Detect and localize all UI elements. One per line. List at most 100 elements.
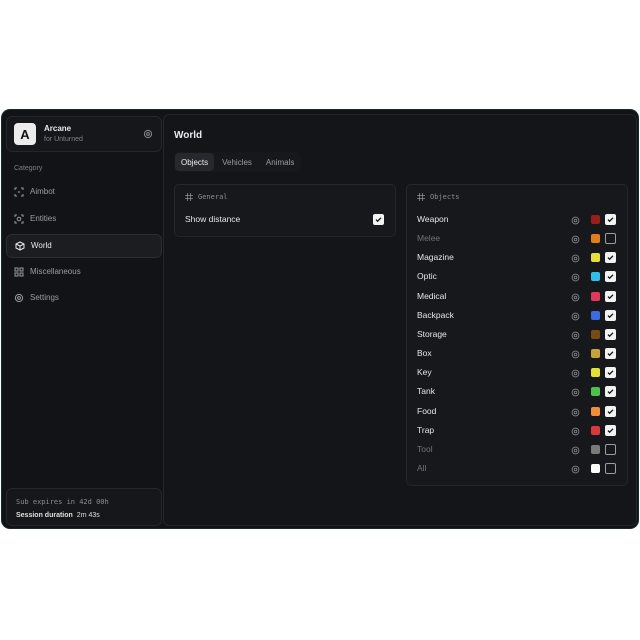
settings-cog-icon[interactable] (571, 465, 580, 474)
check-icon (607, 351, 614, 357)
settings-cog-icon[interactable] (571, 273, 580, 282)
object-row-tank: Tank (417, 385, 619, 399)
object-row-optic: Optic (417, 270, 619, 284)
show-distance-checkbox[interactable] (373, 214, 384, 225)
object-checkbox[interactable] (605, 424, 616, 436)
object-row-backpack: Backpack (417, 309, 619, 323)
check-icon (607, 274, 614, 280)
brand-logo: A (14, 123, 36, 145)
check-icon (607, 293, 614, 299)
settings-cog-icon[interactable] (571, 216, 580, 225)
object-checkbox[interactable] (605, 214, 616, 225)
color-swatch[interactable] (591, 291, 600, 301)
sidebar-item-miscellaneous[interactable]: Miscellaneous (6, 261, 160, 283)
object-label: Tank (417, 386, 435, 397)
category-label: Category (14, 165, 43, 172)
settings-cog-icon[interactable] (571, 235, 580, 244)
sidebar-item-entities[interactable]: Entities (6, 208, 160, 230)
object-checkbox[interactable] (605, 271, 616, 283)
general-panel: General Show distance (174, 184, 396, 237)
object-checkbox[interactable] (605, 405, 616, 417)
object-label: Food (417, 405, 437, 416)
settings-cog-icon[interactable] (571, 331, 580, 340)
object-label: Optic (417, 271, 437, 282)
sidebar-item-label: Aimbot (30, 187, 55, 196)
object-checkbox[interactable] (605, 443, 616, 455)
settings-cog-icon[interactable] (571, 388, 580, 397)
color-swatch[interactable] (591, 234, 600, 244)
object-label: Tool (417, 443, 433, 454)
tab-vehicles[interactable]: Vehicles (216, 153, 258, 171)
settings-cog-icon[interactable] (571, 293, 580, 302)
brand-card: A Arcane for Unturned (6, 116, 162, 152)
object-row-key: Key (417, 366, 619, 380)
object-checkbox[interactable] (605, 290, 616, 302)
panel-header: General (185, 193, 228, 201)
grid-icon (417, 193, 425, 201)
settings-cog-icon[interactable] (571, 427, 580, 436)
color-swatch[interactable] (591, 329, 600, 339)
color-swatch[interactable] (591, 215, 600, 224)
crosshair-icon (14, 187, 24, 197)
color-swatch[interactable] (591, 310, 600, 320)
object-checkbox[interactable] (605, 309, 616, 321)
object-row-trap: Trap (417, 424, 619, 438)
settings-cog-icon[interactable] (571, 369, 580, 378)
panel-title: General (198, 193, 228, 201)
settings-cog-icon[interactable] (571, 254, 580, 263)
object-row-melee: Melee (417, 232, 619, 246)
color-swatch[interactable] (591, 387, 600, 397)
settings-cog-icon[interactable] (571, 408, 580, 417)
color-swatch[interactable] (591, 444, 600, 454)
brand-name: Arcane (44, 124, 72, 133)
color-swatch[interactable] (591, 272, 600, 282)
tab-objects[interactable]: Objects (175, 153, 215, 171)
sidebar-item-label: Miscellaneous (30, 267, 81, 276)
scan-icon (14, 214, 24, 224)
settings-cog-icon[interactable] (571, 312, 580, 321)
object-label: Magazine (417, 252, 454, 263)
color-swatch[interactable] (591, 425, 600, 435)
check-icon (375, 217, 382, 223)
color-swatch[interactable] (591, 406, 600, 416)
option-label: Show distance (185, 214, 241, 224)
sidebar: A Arcane for Unturned Category Aimbot En… (4, 114, 162, 526)
settings-cog-icon[interactable] (571, 350, 580, 359)
color-swatch[interactable] (591, 463, 600, 473)
object-label: Melee (417, 233, 441, 244)
object-checkbox[interactable] (605, 462, 616, 474)
object-checkbox[interactable] (605, 386, 616, 398)
object-checkbox[interactable] (605, 233, 616, 245)
panel-title: Objects (430, 193, 460, 201)
color-swatch[interactable] (591, 349, 600, 359)
gear-icon (14, 293, 24, 303)
object-label: Box (417, 348, 432, 359)
settings-cog-icon[interactable] (571, 446, 580, 455)
panel-header: Objects (417, 193, 460, 201)
sidebar-item-aimbot[interactable]: Aimbot (6, 181, 160, 203)
sidebar-item-label: Entities (30, 214, 57, 223)
brand-subtitle: for Unturned (44, 136, 83, 143)
color-swatch[interactable] (591, 368, 600, 378)
color-swatch[interactable] (591, 253, 600, 263)
object-checkbox[interactable] (605, 252, 616, 264)
grid-icon (185, 193, 193, 201)
object-checkbox[interactable] (605, 367, 616, 379)
sidebar-item-settings[interactable]: Settings (6, 287, 160, 309)
sidebar-item-world[interactable]: World (6, 234, 162, 258)
object-row-all: All (417, 462, 619, 476)
sidebar-item-label: Settings (30, 293, 59, 302)
gear-icon[interactable] (143, 129, 153, 139)
subscription-status: Sub expires in 42d 00h (16, 498, 109, 506)
check-icon (607, 370, 614, 376)
option-row-show-distance: Show distance (185, 213, 387, 227)
object-checkbox[interactable] (605, 348, 616, 360)
page-title: World (174, 130, 203, 141)
check-icon (607, 217, 614, 223)
check-icon (607, 408, 614, 414)
object-row-weapon: Weapon (417, 213, 619, 227)
tab-animals[interactable]: Animals (260, 153, 300, 171)
objects-panel: Objects Weapon Melee Magazine Optic Medical B… (406, 184, 628, 486)
object-checkbox[interactable] (605, 328, 616, 340)
main-panel: World Objects Vehicles Animals General S… (163, 114, 637, 526)
